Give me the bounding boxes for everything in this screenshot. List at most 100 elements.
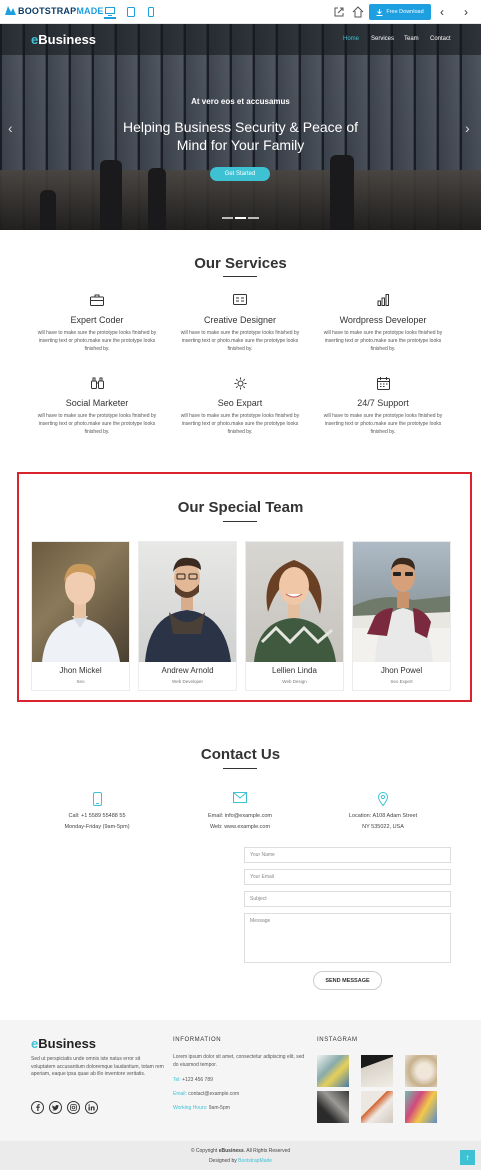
title-underline [223, 521, 257, 522]
instagram-thumb[interactable] [405, 1091, 437, 1123]
hero-title: Helping Business Security & Peace of Min… [122, 119, 358, 153]
slider-dot[interactable] [248, 217, 259, 219]
prev-template-button[interactable]: ‹ [435, 5, 449, 19]
mobile-view-icon[interactable] [145, 5, 157, 19]
nav-services[interactable]: Services [371, 36, 394, 42]
footer-about: Sed ut perspiciatis unde omnis iste natu… [31, 1056, 164, 1077]
service-card: Creative Designer will have to make sure… [171, 294, 309, 353]
phone-icon [92, 792, 102, 806]
copyright-bar [0, 1141, 481, 1170]
footer-hours: Working Hours: 9am-5pm [173, 1105, 230, 1111]
member-photo [353, 542, 450, 662]
subject-input[interactable]: Subject [244, 891, 451, 907]
team-member-card[interactable]: Andrew Arnold Web Developer [138, 541, 237, 691]
slider-dot[interactable] [222, 217, 233, 219]
get-started-button[interactable]: Get Started [210, 167, 270, 181]
nav-home[interactable]: Home [343, 36, 359, 42]
twitter-icon[interactable] [49, 1101, 62, 1114]
nav-team[interactable]: Team [404, 36, 419, 42]
instagram-thumb[interactable] [317, 1091, 349, 1123]
contact-email: Email: info@example.com Web: www.example… [160, 792, 320, 833]
instagram-heading: INSTAGRAM [317, 1037, 358, 1043]
instagram-icon[interactable] [67, 1101, 80, 1114]
service-card: 24/7 Support will have to make sure the … [314, 377, 452, 436]
instagram-thumb[interactable] [361, 1091, 393, 1123]
briefcase-icon [90, 294, 104, 306]
instagram-thumb[interactable] [317, 1055, 349, 1087]
nav-contact[interactable]: Contact [430, 36, 451, 42]
preview-toolbar: BOOTSTRAPMADE Free Download ‹ › [0, 0, 481, 24]
back-to-top-button[interactable]: ↑ [460, 1150, 475, 1165]
footer-email: Email: contact@example.com [173, 1091, 240, 1097]
member-role: Web Developer [172, 679, 203, 684]
instagram-thumb[interactable] [361, 1055, 393, 1087]
member-role: Web Design [282, 679, 307, 684]
footer-brand[interactable]: eBusiness [31, 1036, 96, 1051]
contact-title: Contact Us [200, 746, 281, 763]
contact-phone: Call: +1 5589 55488 55 Monday-Friday (9a… [17, 792, 177, 833]
team-title: Our Special Team [177, 499, 304, 516]
instagram-thumb[interactable] [405, 1055, 437, 1087]
contact-location: Location: A108 Adam Street NY 535022, US… [303, 792, 463, 833]
service-name: Wordpress Developer [339, 315, 427, 325]
member-name: Jhon Powel [380, 666, 423, 675]
site-brand[interactable]: eBusiness [31, 32, 96, 47]
slider-indicators [222, 217, 259, 219]
slider-prev-icon[interactable]: ‹ [8, 120, 13, 136]
service-desc: will have to make sure the prototype loo… [37, 330, 157, 352]
bootstrapmade-logo[interactable]: BOOTSTRAPMADE [5, 6, 104, 16]
member-name: Jhon Mickel [59, 666, 102, 675]
tablet-view-icon[interactable] [125, 5, 137, 19]
sun-icon [234, 377, 246, 390]
service-name: Expert Coder [70, 315, 124, 325]
slider-dot[interactable] [235, 217, 246, 219]
service-name: Social Marketer [65, 398, 129, 408]
footer-tel: Tel: +123 456 789 [173, 1077, 213, 1083]
service-card: Seo Expart will have to make sure the pr… [171, 377, 309, 436]
main-navbar: eBusiness Home Services Team Contact [0, 24, 481, 55]
map-pin-icon [378, 792, 388, 806]
member-photo [32, 542, 129, 662]
information-heading: INFORMATION [173, 1037, 222, 1043]
service-desc: will have to make sure the prototype loo… [180, 413, 300, 435]
title-underline [223, 768, 257, 769]
member-photo [139, 542, 236, 662]
service-card: Social Marketer will have to make sure t… [28, 377, 166, 436]
facebook-icon[interactable] [31, 1101, 44, 1114]
card-icon [233, 294, 247, 305]
send-message-button[interactable]: SEND MESSAGE [313, 971, 382, 990]
service-name: 24/7 Support [357, 398, 409, 408]
next-template-button[interactable]: › [459, 5, 473, 19]
hero-subtitle: At vero eos et accusamus [191, 97, 290, 106]
message-textarea[interactable]: Message [244, 913, 451, 963]
home-icon[interactable] [352, 6, 364, 18]
services-title: Our Services [194, 255, 287, 272]
binoculars-icon [90, 377, 104, 389]
your-email-input[interactable]: Your Email [244, 869, 451, 885]
desktop-view-icon[interactable] [104, 5, 116, 19]
hero-figure [100, 160, 122, 230]
slider-next-icon[interactable]: › [465, 120, 470, 136]
external-link-icon[interactable] [333, 6, 345, 18]
free-download-button[interactable]: Free Download [369, 4, 431, 20]
service-card: Expert Coder will have to make sure the … [28, 294, 166, 353]
envelope-icon [233, 792, 247, 803]
logo-mark-icon [5, 6, 16, 15]
team-member-card[interactable]: Jhon Powel Seo Expert [352, 541, 451, 691]
member-name: Andrew Arnold [161, 666, 214, 675]
service-desc: will have to make sure the prototype loo… [37, 413, 157, 435]
member-role: Seo [76, 679, 85, 684]
designed-by-text: Designed by BootstrapMade [208, 1158, 273, 1164]
team-member-card[interactable]: Jhon Mickel Seo [31, 541, 130, 691]
hero-figure [330, 155, 354, 230]
information-text: Lorem ipsum dolor sit amet, consectetur … [173, 1054, 305, 1068]
title-underline [223, 276, 257, 277]
your-name-input[interactable]: Your Name [244, 847, 451, 863]
bootstrapmade-link[interactable]: BootstrapMade [238, 1158, 272, 1164]
hero-figure [40, 190, 56, 230]
team-member-card[interactable]: Lellien Linda Web Design [245, 541, 344, 691]
hero-slider: eBusiness Home Services Team Contact At … [0, 24, 481, 230]
service-desc: will have to make sure the prototype loo… [180, 330, 300, 352]
linkedin-icon[interactable] [85, 1101, 98, 1114]
service-desc: will have to make sure the prototype loo… [323, 330, 443, 352]
